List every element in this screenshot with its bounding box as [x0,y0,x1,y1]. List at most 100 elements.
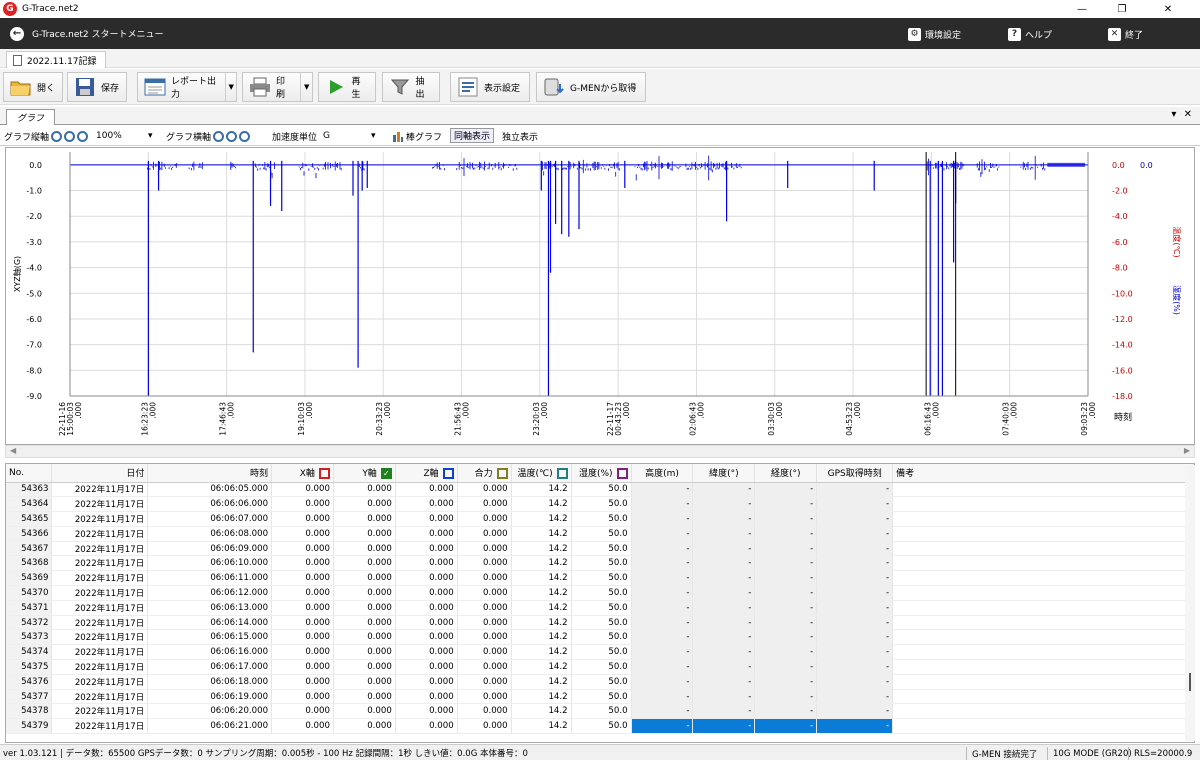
minimize-button[interactable]: — [1062,0,1102,18]
series-visibility-checkbox[interactable] [496,468,508,480]
same-axis-button[interactable]: 同軸表示 [450,128,495,143]
table-row[interactable]: 54368 2022年11月17日 06:06:10.000 0.000 0.000 0.… [6,555,1194,572]
table-cell: 0.000 [333,541,396,557]
column-header[interactable]: 湿度(%) [571,464,632,483]
table-cell: 14.2 [511,629,572,646]
table-row[interactable]: 54367 2022年11月17日 06:06:09.000 0.000 0.000 0.… [6,541,1194,557]
table-row[interactable]: 54366 2022年11月17日 06:06:08.000 0.000 0.000 0.… [6,526,1194,542]
table-row[interactable]: 54375 2022年11月17日 06:06:17.000 0.000 0.000 0.… [6,659,1194,675]
extract-button[interactable]: 抽出 [382,72,440,102]
chevron-down-icon[interactable]: ▾ [371,131,376,141]
table-row[interactable]: 54363 2022年11月17日 06:06:05.000 0.000 0.000 0.… [6,482,1194,498]
separate-display-button[interactable]: 独立表示 [502,128,538,144]
table-cell: 2022年11月17日 [51,718,149,735]
document-tab[interactable]: 2022.11.17記録 [6,51,106,68]
column-header[interactable]: X軸 [271,464,334,483]
column-header[interactable]: Y軸 ✓ [333,464,396,483]
series-visibility-checkbox[interactable] [556,468,568,480]
table-cell: 2022年11月17日 [51,555,149,572]
column-header[interactable]: No. [6,464,53,483]
acceleration-chart[interactable]: 0.0 -1.0 -2.0 -3.0 -4.0 -5.0 -6.0 -7.0 -8.0 -9.0 0… [5,147,1195,445]
table-cell: 0.000 [271,718,334,735]
close-button[interactable]: ✕ [1148,0,1188,18]
column-header[interactable]: 温度(℃) [511,464,572,483]
table-row[interactable]: 54369 2022年11月17日 06:06:11.000 0.000 0.000 0.… [6,570,1194,587]
column-header[interactable]: 緯度(°) [692,464,756,483]
column-header[interactable]: Z軸 [395,464,458,483]
zoom-out-icon[interactable] [226,130,238,142]
series-visibility-checkbox[interactable]: ✓ [380,468,392,480]
vertical-zoom-select[interactable]: 100% [96,131,146,141]
chevron-down-icon[interactable]: ▾ [148,131,153,141]
table-row[interactable]: 54379 2022年11月17日 06:06:21.000 0.000 0.000 0.… [6,718,1194,735]
graph-tab[interactable]: グラフ [6,109,56,125]
scroll-left-icon[interactable]: ◀ [10,446,16,455]
series-noise-segment [634,156,681,181]
save-button[interactable]: 保存 [67,72,127,102]
table-cell: 50.0 [571,703,632,720]
table-cell [892,570,1194,587]
play-button[interactable]: 再生 [318,72,376,102]
zoom-reset-icon[interactable] [239,130,251,142]
right-tick-label: -14.0 [1112,341,1133,350]
print-button[interactable]: 印刷 ▼ [242,72,313,102]
table-cell: - [631,703,694,720]
zoom-in-icon[interactable] [51,130,63,142]
table-row[interactable]: 54370 2022年11月17日 06:06:12.000 0.000 0.000 0.… [6,585,1194,601]
column-header[interactable]: 時刻 [147,464,273,483]
get-from-gmen-button[interactable]: G-MENから取得 [536,72,646,102]
table-row[interactable]: 54377 2022年11月17日 06:06:19.000 0.000 0.000 0.… [6,689,1194,705]
column-header[interactable]: 備考 [892,464,1194,483]
table-cell: - [631,541,694,557]
restore-button[interactable]: ❐ [1102,0,1142,18]
exit-button[interactable]: ✕ 終了 [1108,26,1143,42]
table-row[interactable]: 54378 2022年11月17日 06:06:20.000 0.000 0.000 0.… [6,703,1194,720]
right-tick-label: -12.0 [1112,315,1133,324]
horizontal-axis-group: グラフ横軸 [166,128,251,144]
chevron-down-icon[interactable]: ▼ [225,73,236,101]
back-arrow-icon[interactable]: ← [10,26,24,41]
grid-vertical-scrollbar[interactable] [1185,465,1195,741]
scroll-thumb[interactable] [1189,673,1191,691]
column-header[interactable]: 日付 [51,464,149,483]
close-icon[interactable]: ✕ [1184,109,1192,120]
table-cell: 0.000 [271,703,334,720]
table-cell: 0.000 [333,644,396,661]
table-row[interactable]: 54365 2022年11月17日 06:06:07.000 0.000 0.000 0.… [6,511,1194,527]
scroll-right-icon[interactable]: ▶ [1184,446,1190,455]
column-header[interactable]: 高度(m) [631,464,694,483]
table-cell: 14.2 [511,644,572,661]
report-button[interactable]: レポート出力 ▼ [137,72,237,102]
table-cell: - [692,511,756,527]
zoom-reset-icon[interactable] [77,130,89,142]
table-cell: 06:06:15.000 [147,629,273,646]
table-row[interactable]: 54374 2022年11月17日 06:06:16.000 0.000 0.000 0.… [6,644,1194,661]
series-visibility-checkbox[interactable] [616,468,628,480]
accel-unit-select[interactable]: G [323,131,369,141]
column-header[interactable]: 経度(°) [754,464,818,483]
table-cell: 0.000 [271,659,334,675]
column-header[interactable]: GPS取得時刻 [816,464,894,483]
column-header[interactable]: 合力 [457,464,512,483]
table-row[interactable]: 54373 2022年11月17日 06:06:15.000 0.000 0.000 0.… [6,629,1194,646]
zoom-in-icon[interactable] [213,130,225,142]
settings-button[interactable]: ⚙ 環境設定 [908,26,961,42]
series-visibility-checkbox[interactable] [318,468,330,480]
series-dense-segment [1047,162,1085,167]
vertical-axis-label: グラフ縦軸 [4,132,50,143]
table-row[interactable]: 54364 2022年11月17日 06:06:06.000 0.000 0.000 0.… [6,496,1194,513]
open-button[interactable]: 開く [3,72,63,102]
chevron-down-icon[interactable]: ▼ [300,73,312,101]
table-row[interactable]: 54371 2022年11月17日 06:06:13.000 0.000 0.000 0.… [6,600,1194,616]
bar-graph-button[interactable]: 棒グラフ [392,128,442,144]
zoom-out-icon[interactable] [64,130,76,142]
table-cell: 0.000 [395,629,458,646]
help-button[interactable]: ? ヘルプ [1008,26,1052,42]
table-row[interactable]: 54372 2022年11月17日 06:06:14.000 0.000 0.000 0.… [6,615,1194,631]
table-cell: 06:06:13.000 [147,600,273,616]
series-visibility-checkbox[interactable] [442,468,454,480]
dropdown-arrow-icon[interactable]: ▾ [1171,109,1176,120]
table-row[interactable]: 54376 2022年11月17日 06:06:18.000 0.000 0.000 0.… [6,674,1194,690]
chart-horizontal-scrollbar[interactable]: ◀ ▶ [5,445,1195,458]
display-settings-button[interactable]: 表示設定 [450,72,530,102]
